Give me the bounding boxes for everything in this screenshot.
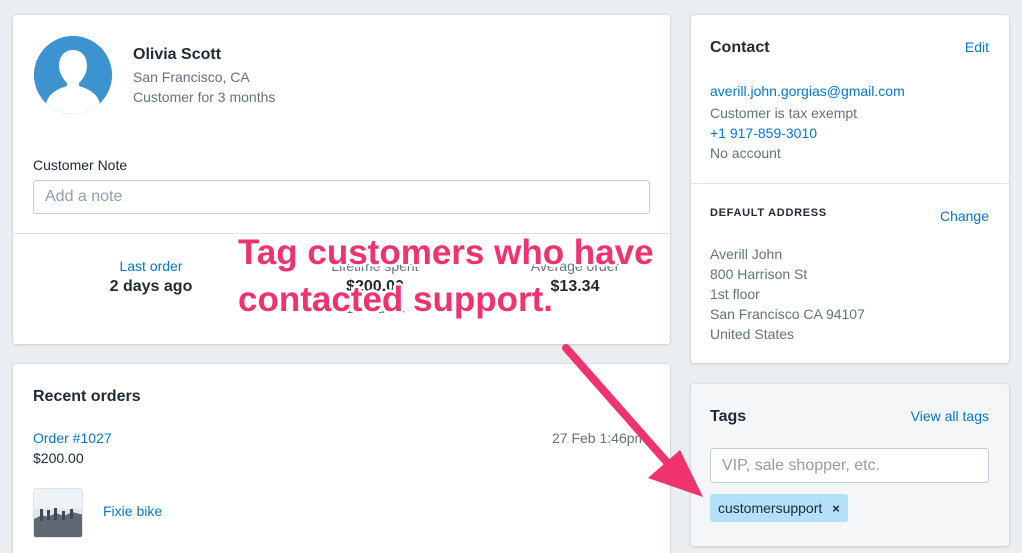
customer-name: Olivia Scott bbox=[133, 46, 222, 63]
contact-title: Contact bbox=[710, 39, 770, 56]
stat-last-order-label[interactable]: Last order bbox=[51, 258, 251, 274]
annotation-text: Tag customers who have contacted support… bbox=[238, 229, 654, 323]
stat-last-order-value: 2 days ago bbox=[109, 278, 193, 295]
tags-input[interactable] bbox=[710, 448, 989, 483]
order-total: $200.00 bbox=[33, 450, 84, 466]
tag-chip: customersupport × bbox=[710, 494, 848, 522]
tax-status: Customer is tax exempt bbox=[710, 105, 858, 121]
view-all-tags-link[interactable]: View all tags bbox=[911, 408, 989, 424]
stat-last-order: Last order 2 days ago bbox=[51, 258, 251, 296]
remove-tag-icon[interactable]: × bbox=[832, 501, 840, 516]
edit-contact-button[interactable]: Edit bbox=[965, 39, 989, 55]
address-line: 800 Harrison St bbox=[710, 266, 808, 282]
customer-since: Customer for 3 months bbox=[133, 89, 276, 105]
tags-title: Tags bbox=[710, 408, 747, 425]
order-link[interactable]: Order #1027 bbox=[33, 430, 112, 446]
divider bbox=[691, 183, 1009, 184]
user-silhouette-icon bbox=[34, 36, 112, 114]
tag-label: customersupport bbox=[718, 500, 823, 516]
contact-email[interactable]: averill.john.gorgias@gmail.com bbox=[710, 83, 905, 99]
avatar bbox=[34, 36, 112, 114]
product-thumbnail[interactable] bbox=[33, 488, 83, 538]
annotation-line-2: contacted support. bbox=[238, 280, 554, 319]
address-line: United States bbox=[710, 326, 795, 342]
tags-card: Tags View all tags customersupport × bbox=[691, 384, 1009, 546]
customer-location: San Francisco, CA bbox=[133, 69, 250, 85]
product-image-icon bbox=[34, 489, 82, 537]
product-link[interactable]: Fixie bike bbox=[103, 503, 162, 519]
change-address-button[interactable]: Change bbox=[940, 208, 989, 224]
customer-note-label: Customer Note bbox=[33, 157, 128, 173]
contact-card: Contact Edit averill.john.gorgias@gmail.… bbox=[691, 15, 1009, 363]
recent-orders-card: Recent orders Order #1027 27 Feb 1:46pm … bbox=[13, 364, 670, 553]
annotation-line-1: Tag customers who have bbox=[238, 233, 654, 272]
account-status: No account bbox=[710, 145, 781, 161]
contact-phone[interactable]: +1 917-859-3010 bbox=[710, 125, 817, 141]
address-line: 1st floor bbox=[710, 286, 760, 302]
order-date: 27 Feb 1:46pm bbox=[552, 430, 647, 446]
default-address-heading: DEFAULT ADDRESS bbox=[710, 207, 827, 219]
address-line: San Francisco CA 94107 bbox=[710, 306, 865, 322]
customer-note-input[interactable] bbox=[33, 180, 650, 214]
address-line: Averill John bbox=[710, 246, 783, 262]
recent-orders-title: Recent orders bbox=[33, 388, 141, 405]
